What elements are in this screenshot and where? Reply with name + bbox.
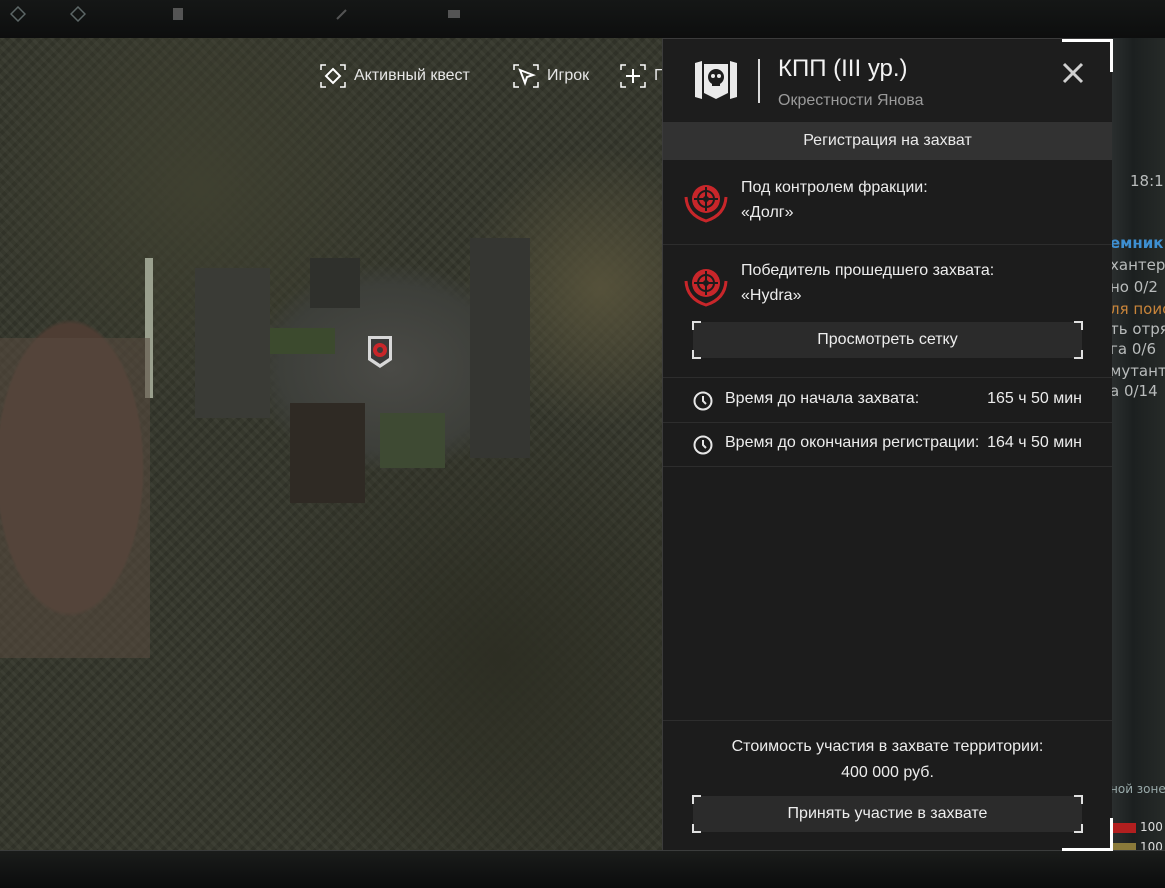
join-capture-label: Принять участие в захвате (787, 805, 988, 822)
header-divider (758, 59, 760, 103)
map-building (290, 403, 365, 503)
map-building (270, 328, 335, 354)
last-winner-row: Победитель прошедшего захвата: «Hydra» П… (663, 245, 1112, 378)
legend-active-quest: Активный квест (320, 64, 470, 88)
capture-start-timer-row: Время до начала захвата: 165 ч 50 мин (663, 378, 1112, 423)
top-hud-bar (0, 0, 1165, 39)
wrench-icon (336, 9, 347, 20)
quest-line-fragment: но 0/2 (1112, 278, 1158, 296)
quest-line-fragment: а 0/14 (1112, 382, 1158, 400)
zone-fragment: ной зоне (1112, 782, 1165, 796)
quest-line-fragment: ть отряд (1112, 320, 1165, 338)
stamina-value: 100 (1140, 840, 1163, 850)
health-bar (1112, 823, 1136, 833)
last-winner-value: «Hydra» (741, 287, 802, 304)
faction-control-label: Под контролем фракции: (741, 179, 928, 196)
quest-line-fragment: га 0/6 (1112, 340, 1156, 358)
view-grid-button[interactable]: Просмотреть сетку (692, 321, 1083, 359)
mail-icon (448, 10, 460, 18)
last-winner-label: Победитель прошедшего захвата: (741, 262, 995, 279)
legend-player: Игрок (513, 64, 589, 88)
map-view[interactable]: Активный квест Игрок Г (0, 38, 662, 850)
faction-skull-emblem-icon (695, 61, 737, 99)
health-value: 100 (1140, 820, 1163, 834)
registration-end-value: 164 ч 50 мин (987, 434, 1082, 451)
clock-fragment: 18:1 (1130, 172, 1164, 190)
map-lake (0, 338, 150, 658)
faction-crosshair-icon (684, 185, 728, 223)
panel-title: КПП (III ур.) (778, 55, 908, 82)
panel-footer: Стоимость участия в захвате территории: … (663, 720, 1112, 851)
bottom-hud-bar (0, 850, 1165, 888)
map-building (470, 238, 530, 458)
capture-point-panel: КПП (III ур.) Окрестности Янова Регистра… (662, 38, 1112, 850)
legend-extra: Г (620, 64, 662, 88)
winner-crosshair-icon (684, 269, 728, 307)
player-arrow-icon (513, 64, 539, 88)
panel-frame-corner (1062, 818, 1113, 851)
faction-control-value: «Долг» (741, 204, 794, 221)
diamond-icon (10, 6, 26, 22)
diamond-icon (70, 6, 86, 22)
faction-control-info: Под контролем фракции: «Долг» (741, 175, 928, 225)
legend-label: Активный квест (354, 67, 470, 84)
join-capture-button[interactable]: Принять участие в захвате (692, 795, 1083, 833)
plus-icon (620, 64, 646, 88)
last-winner-info: Победитель прошедшего захвата: «Hydra» (741, 258, 994, 308)
faction-control-row: Под контролем фракции: «Долг» (663, 161, 1112, 245)
registration-end-timer-row: Время до окончания регистрации: 164 ч 50… (663, 422, 1112, 467)
quest-line-fragment: ля поис (1112, 300, 1165, 318)
capture-point-marker-icon[interactable] (365, 334, 395, 370)
capture-start-label: Время до начала захвата: (725, 390, 920, 407)
legend-label: Игрок (547, 67, 590, 84)
backpack-icon (173, 8, 183, 20)
registration-header: Регистрация на захват (663, 122, 1112, 160)
quest-line-fragment: мутант (1112, 362, 1165, 380)
capture-start-value: 165 ч 50 мин (987, 390, 1082, 407)
panel-frame-corner (1062, 39, 1113, 72)
active-quest-icon (320, 64, 346, 88)
clock-icon (693, 435, 713, 455)
view-grid-label: Просмотреть сетку (817, 331, 958, 348)
clock-icon (693, 391, 713, 411)
quest-title-fragment: емник (1112, 234, 1164, 252)
map-building (195, 268, 270, 418)
stamina-bar (1112, 843, 1136, 850)
quest-line-fragment: хантеро (1112, 256, 1165, 274)
registration-end-label: Время до окончания регистрации: (725, 434, 980, 451)
panel-subtitle: Окрестности Янова (778, 92, 924, 109)
participation-cost-value: 400 000 руб. (841, 764, 934, 781)
map-building (380, 413, 445, 468)
legend-label: Г (654, 67, 662, 84)
map-building (310, 258, 360, 308)
panel-header: КПП (III ур.) Окрестности Янова (663, 39, 1112, 121)
background-quest-tracker: 18:1 емник хантеро но 0/2 ля поис ть отр… (1112, 38, 1165, 850)
participation-cost-label: Стоимость участия в захвате территории: (731, 738, 1044, 755)
